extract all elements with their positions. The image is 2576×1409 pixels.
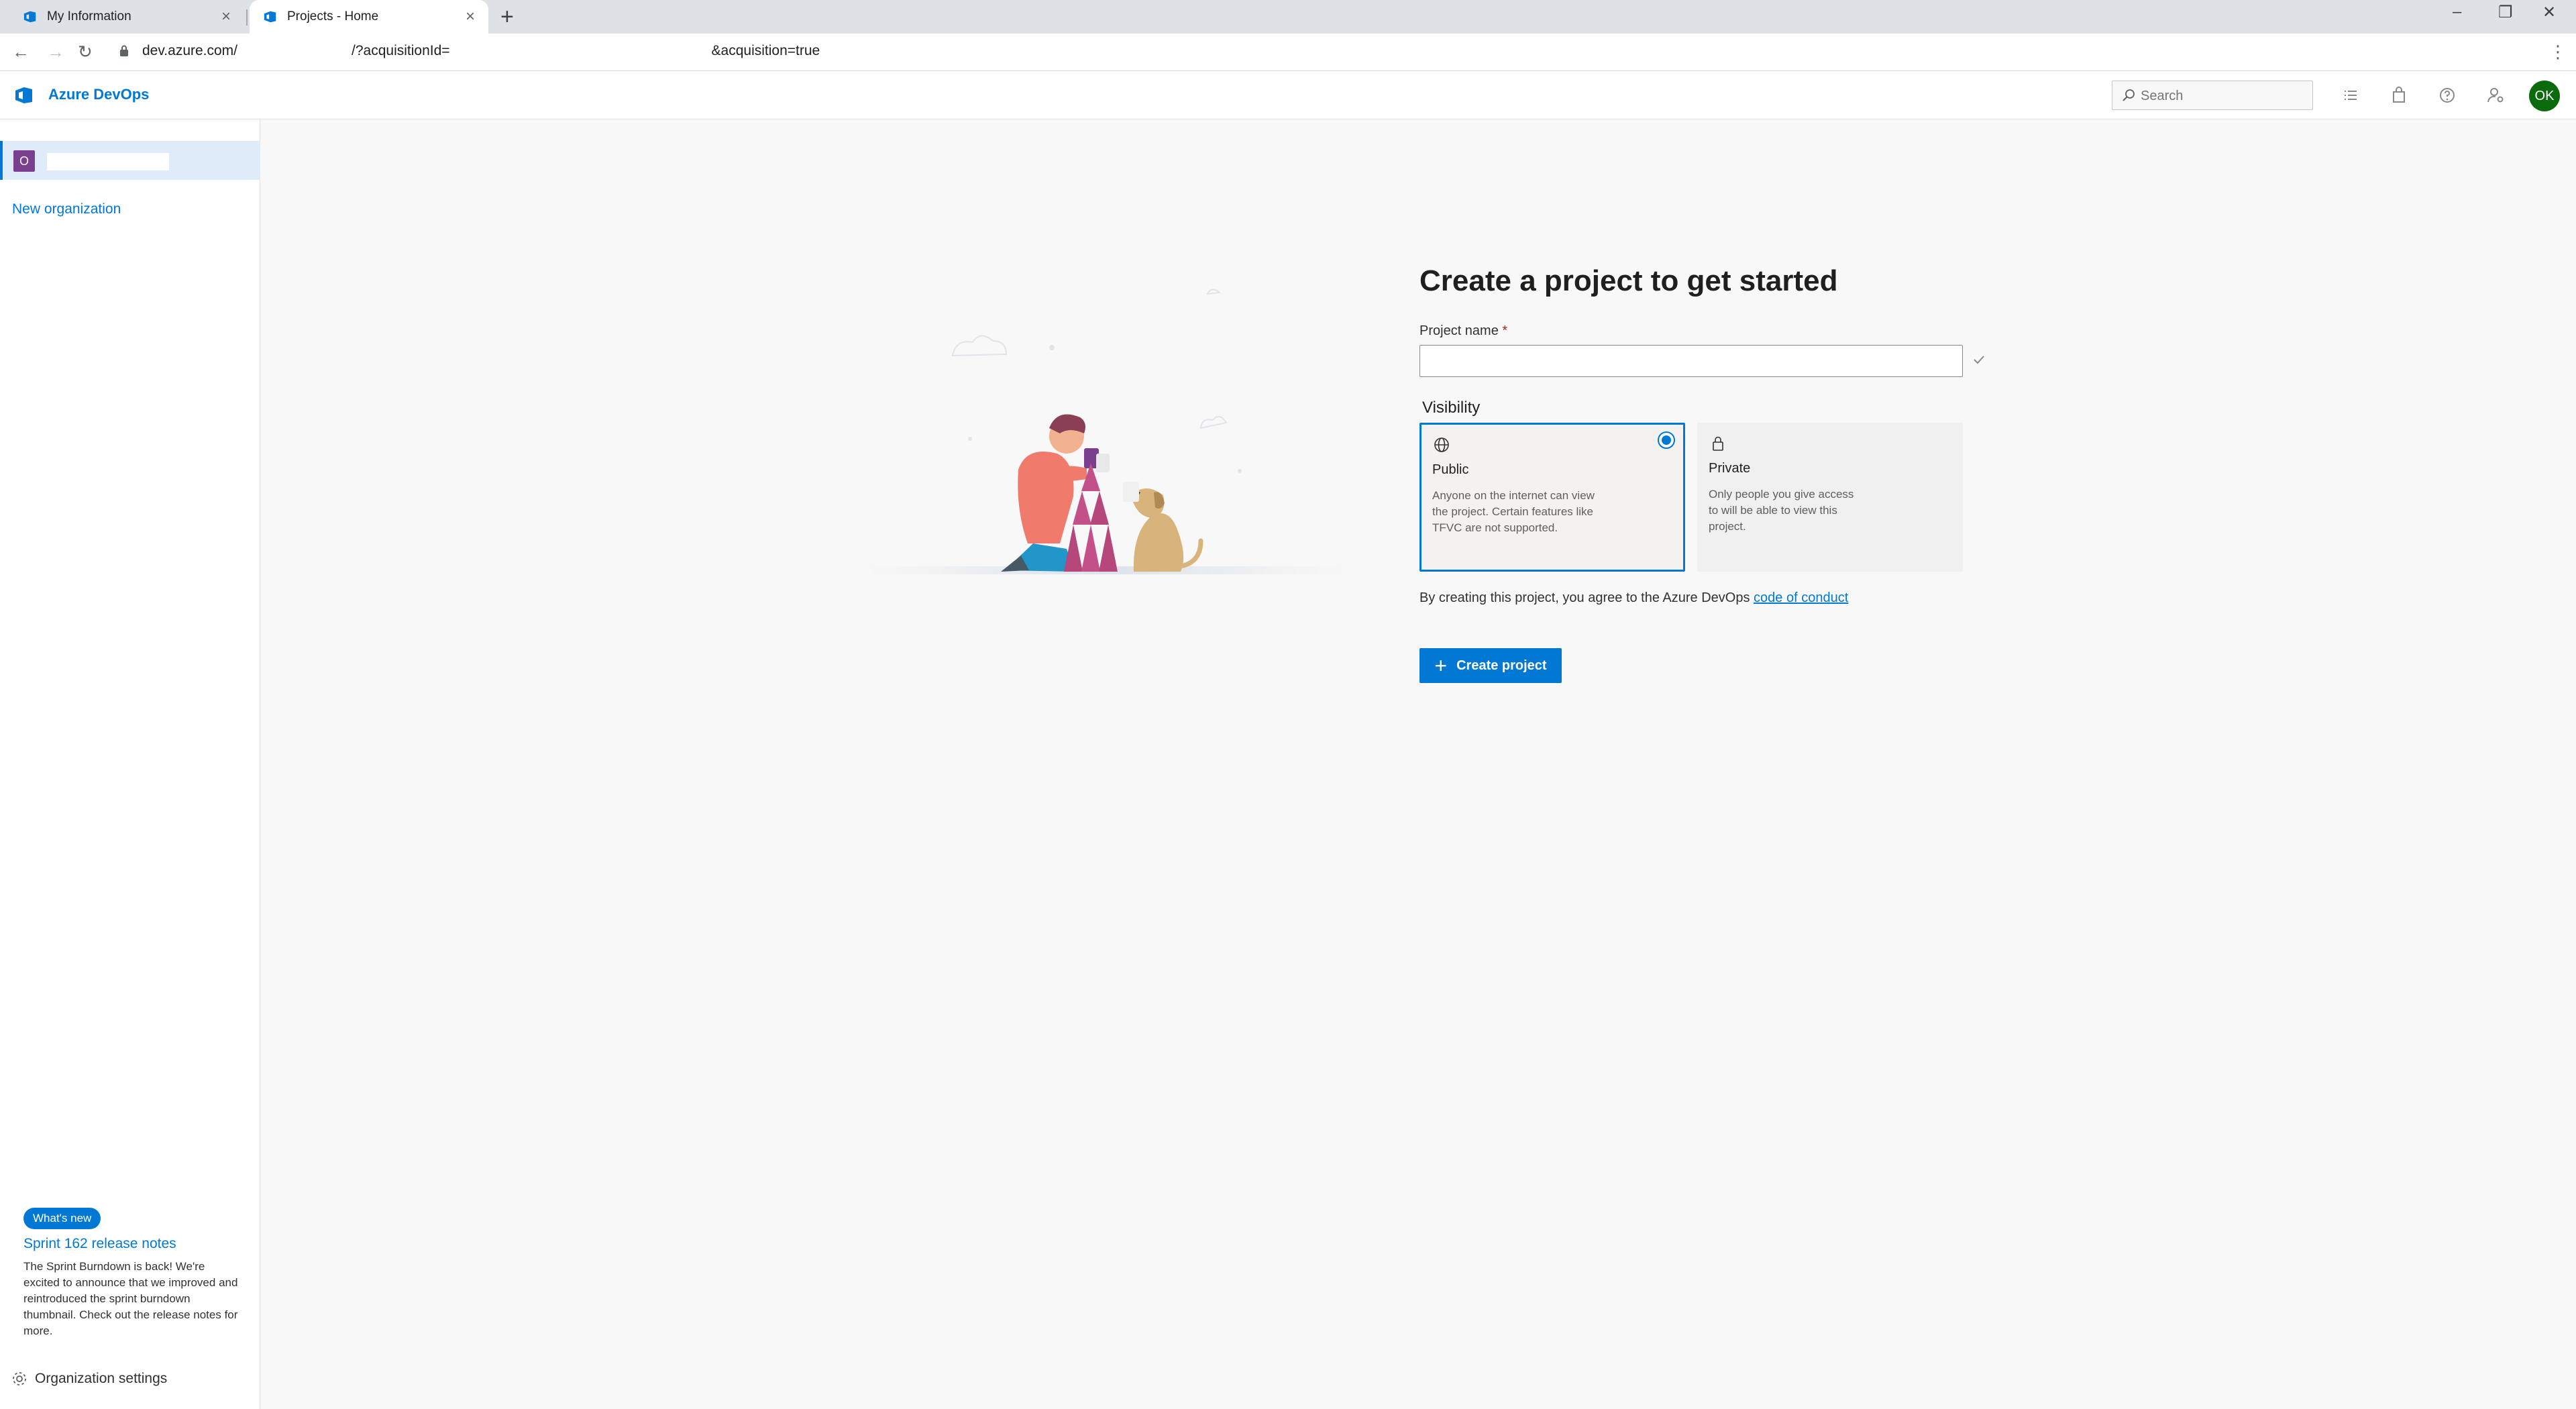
public-option-description: Anyone on the internet can view the proj… (1432, 489, 1595, 534)
tab-title: Projects - Home (287, 9, 379, 23)
azure-devops-icon (23, 11, 36, 23)
azure-devops-logo-icon[interactable] (13, 85, 35, 106)
azure-devops-icon (264, 11, 276, 23)
house-of-cards-illustration (865, 289, 1348, 574)
close-tab-icon[interactable]: × (221, 9, 231, 25)
public-radio-button[interactable] (1658, 431, 1675, 449)
url-host: dev.azure.com/ (142, 43, 238, 58)
create-project-label: Create project (1456, 658, 1547, 673)
organization-settings-button[interactable]: Organization settings (11, 1370, 167, 1388)
new-organization-link[interactable]: New organization (12, 201, 121, 217)
visibility-public-option[interactable]: Public Anyone on the internet can view t… (1419, 423, 1685, 572)
tab-separator (246, 9, 248, 25)
gear-icon (13, 1372, 26, 1386)
whats-new-badge: What's new (23, 1208, 101, 1229)
terms-agreement: By creating this project, you agree to t… (1419, 590, 1848, 606)
globe-icon (1434, 437, 1449, 452)
address-bar[interactable]: dev.azure.com/ /?acquisitionId= &acquisiti… (142, 43, 820, 59)
private-option-title: Private (1709, 461, 1751, 476)
user-settings-icon[interactable] (2486, 86, 2505, 105)
user-avatar[interactable]: OK (2529, 81, 2560, 111)
terms-agreement-text: By creating this project, you agree to t… (1419, 590, 1754, 605)
help-icon[interactable] (2438, 86, 2457, 105)
browser-menu-icon[interactable]: ⋮ (2549, 42, 2567, 62)
code-of-conduct-link[interactable]: code of conduct (1754, 590, 1848, 605)
plus-icon: + (1434, 654, 1448, 678)
url-suffix: &acquisition=true (711, 43, 820, 58)
sidebar: O New organization What's new Sprint 162… (0, 119, 260, 1409)
checkmark-icon (1974, 356, 1984, 364)
search-input[interactable] (2141, 87, 2302, 105)
app-header: Azure DevOps OK (0, 71, 2576, 119)
create-project-button[interactable]: + Create project (1419, 648, 1562, 683)
project-name-label-text: Project name (1419, 323, 1499, 338)
private-option-description: Only people you give access to will be a… (1709, 488, 1854, 533)
minimize-icon[interactable]: – (2453, 3, 2461, 21)
back-icon[interactable]: ← (12, 42, 30, 62)
organization-name-redacted (47, 153, 169, 170)
browser-tab-my-information[interactable]: My Information × (9, 0, 244, 34)
release-notes-link[interactable]: Sprint 162 release notes (23, 1236, 176, 1252)
search-box[interactable] (2112, 81, 2313, 110)
close-window-icon[interactable]: ✕ (2542, 3, 2556, 22)
browser-tab-projects-home[interactable]: Projects - Home × (250, 0, 488, 34)
page-title: Create a project to get started (1419, 264, 1838, 297)
sidebar-item-organization[interactable]: O (0, 141, 260, 180)
organization-badge: O (13, 150, 35, 172)
new-tab-icon[interactable]: + (500, 5, 514, 28)
project-name-input[interactable] (1419, 345, 1963, 377)
brand-name[interactable]: Azure DevOps (48, 86, 149, 103)
public-option-title: Public (1432, 462, 1469, 477)
restore-icon[interactable]: ❐ (2498, 3, 2513, 22)
required-marker: * (1502, 323, 1508, 338)
forward-icon[interactable]: → (47, 42, 64, 62)
visibility-private-option[interactable]: Private Only people you give access to w… (1697, 423, 1963, 572)
url-query: /?acquisitionId= (352, 43, 450, 58)
search-icon (2123, 89, 2135, 101)
close-tab-icon[interactable]: × (466, 9, 475, 25)
release-notes-summary: The Sprint Burndown is back! We're excit… (23, 1260, 238, 1337)
reload-icon[interactable]: ↻ (78, 42, 93, 62)
organization-settings-label: Organization settings (35, 1371, 168, 1386)
list-settings-icon[interactable] (2341, 86, 2360, 105)
marketplace-bag-icon[interactable] (2390, 86, 2408, 105)
lock-icon[interactable] (119, 45, 129, 57)
visibility-label: Visibility (1422, 399, 1481, 417)
tab-title: My Information (47, 9, 131, 23)
lock-icon (1713, 436, 1723, 451)
project-name-label: Project name * (1419, 323, 1507, 339)
browser-tabstrip: My Information × Projects - Home × + – ❐… (0, 0, 2576, 34)
